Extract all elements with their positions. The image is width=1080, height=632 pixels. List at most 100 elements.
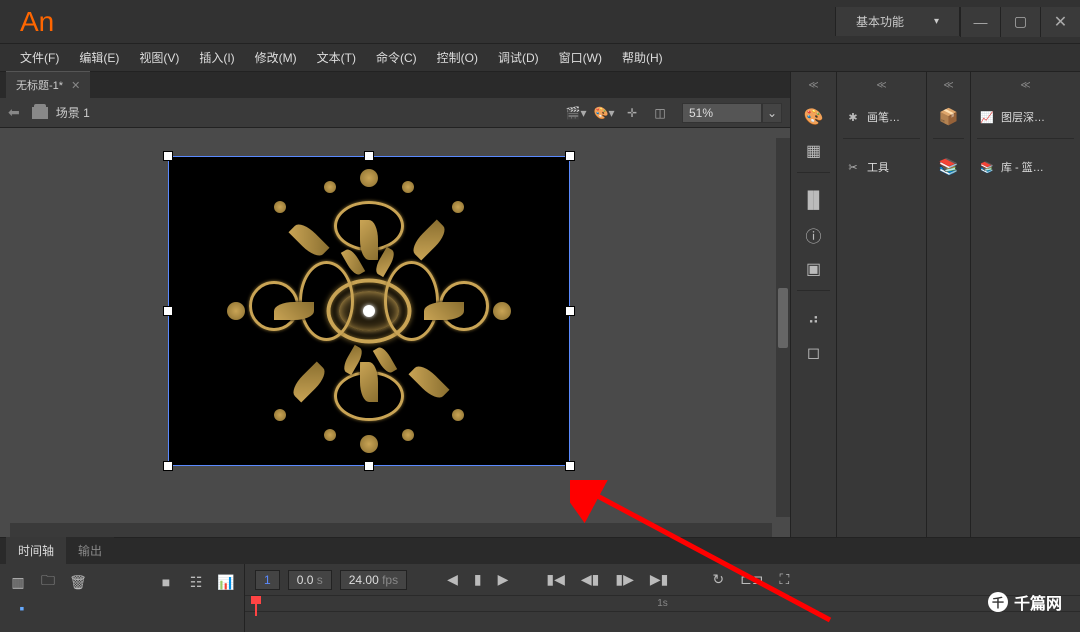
- first-frame-icon[interactable]: ▮◀: [542, 571, 568, 588]
- stop-icon[interactable]: ▮: [470, 571, 486, 588]
- panel-strip-3: ≪ 📦 📚: [926, 72, 970, 537]
- timeline-tabs: 时间轴 输出: [0, 538, 1080, 564]
- dots-icon[interactable]: ⠴: [791, 302, 836, 336]
- menu-debug[interactable]: 调试(D): [490, 45, 547, 70]
- layer-depth-panel-item[interactable]: 📈 图层深…: [971, 100, 1080, 134]
- zoom-select[interactable]: 51%: [682, 103, 762, 123]
- scrollbar-thumb[interactable]: [778, 288, 788, 348]
- scene-name[interactable]: 场景 1: [56, 104, 90, 121]
- document-tab[interactable]: 无标题-1* ✕: [6, 71, 90, 98]
- minimize-button[interactable]: —: [960, 7, 1000, 37]
- library-panel-item[interactable]: 📚 库 - 篮…: [971, 150, 1080, 184]
- symbol-icon[interactable]: 📦: [927, 100, 970, 134]
- time-value[interactable]: 0.0 s: [288, 570, 332, 590]
- document-tab-title: 无标题-1*: [16, 77, 63, 93]
- document-toolbar: ⬅ 场景 1 🎬▾ 🎨▾ ✛ ◫ 51% ⌄: [0, 98, 790, 128]
- library-label: 库 - 篮…: [1001, 159, 1044, 175]
- clapperboard-icon: [32, 107, 48, 119]
- frame-number[interactable]: 1: [255, 570, 280, 590]
- zoom-dropdown-button[interactable]: ⌄: [762, 103, 782, 123]
- step-back-icon[interactable]: ◀▮: [577, 571, 603, 588]
- menu-help[interactable]: 帮助(H): [614, 45, 671, 70]
- selection-handle-middle-left[interactable]: [163, 306, 173, 316]
- onion-skin-icon[interactable]: ⊏⊐: [736, 571, 767, 588]
- library-icon: 📚: [979, 161, 995, 174]
- swatches-icon[interactable]: ▦: [791, 134, 836, 168]
- books-icon[interactable]: 📚: [927, 150, 970, 184]
- window-controls: — ▢ ✕: [960, 7, 1080, 37]
- workspace-dropdown[interactable]: 基本功能 ▾: [835, 7, 960, 36]
- menu-command[interactable]: 命令(C): [368, 45, 425, 70]
- loop-icon[interactable]: ↻: [708, 571, 728, 588]
- crop-icon[interactable]: ◫: [648, 101, 672, 125]
- menu-edit[interactable]: 编辑(E): [71, 45, 127, 70]
- titlebar: An 基本功能 ▾ — ▢ ✕: [0, 0, 1080, 44]
- menu-window[interactable]: 窗口(W): [551, 45, 610, 70]
- stage[interactable]: [10, 138, 772, 527]
- menu-view[interactable]: 视图(V): [131, 45, 187, 70]
- trash-icon[interactable]: 🗑: [68, 574, 88, 591]
- menubar: 文件(F) 编辑(E) 视图(V) 插入(I) 修改(M) 文本(T) 命令(C…: [0, 44, 1080, 72]
- play-icon[interactable]: ▶: [494, 571, 513, 588]
- tools-icon: ✂: [845, 161, 861, 174]
- collapse-icon[interactable]: ≪: [971, 80, 1080, 94]
- folder-icon[interactable]: 🗀: [38, 570, 58, 594]
- menu-file[interactable]: 文件(F): [12, 45, 67, 70]
- brush-panel-item[interactable]: ✱ 画笔…: [837, 100, 926, 134]
- selection-handle-top-right[interactable]: [565, 151, 575, 161]
- horizontal-scrollbar[interactable]: [10, 523, 772, 537]
- maximize-button[interactable]: ▢: [1000, 7, 1040, 37]
- add-layer-icon[interactable]: ▥: [8, 574, 28, 591]
- menu-control[interactable]: 控制(O): [429, 45, 486, 70]
- selection-handle-bottom-right[interactable]: [565, 461, 575, 471]
- panel-column-4: ≪ 📈 图层深… 📚 库 - 篮…: [970, 72, 1080, 537]
- chevron-down-icon: ▾: [934, 16, 939, 27]
- graph-icon[interactable]: 📊: [216, 574, 236, 591]
- clapperboard-dropdown-icon[interactable]: 🎬▾: [564, 101, 588, 125]
- workspace-label: 基本功能: [856, 13, 904, 30]
- prev-frame-icon[interactable]: ◀: [443, 571, 462, 588]
- transform-icon[interactable]: ▣: [791, 252, 836, 286]
- back-arrow-icon[interactable]: ⬅: [8, 104, 20, 121]
- vertical-scrollbar[interactable]: [776, 138, 790, 517]
- close-icon[interactable]: ✕: [71, 79, 80, 92]
- color-palette-icon[interactable]: 🎨: [791, 100, 836, 134]
- close-button[interactable]: ✕: [1040, 7, 1080, 37]
- timeline-mark: 1s: [657, 598, 668, 609]
- output-tab[interactable]: 输出: [66, 537, 114, 564]
- timeline-ruler[interactable]: 1s: [245, 596, 1080, 612]
- selection-handle-top-middle[interactable]: [364, 151, 374, 161]
- stage-canvas[interactable]: [168, 156, 570, 466]
- center-stage-icon[interactable]: ✛: [620, 101, 644, 125]
- frame-icon[interactable]: ◻: [791, 336, 836, 370]
- collapse-icon[interactable]: ≪: [791, 80, 836, 94]
- timeline-right: 1 0.0 s 24.00 fps ◀ ▮ ▶ ▮◀ ◀▮ ▮▶ ▶▮ ↻ ⊏⊐: [245, 564, 1080, 632]
- panel-column-2: ≪ ✱ 画笔… ✂ 工具: [836, 72, 926, 537]
- selection-handle-middle-right[interactable]: [565, 306, 575, 316]
- collapse-icon[interactable]: ≪: [837, 80, 926, 94]
- zoom-value: 51%: [689, 106, 713, 120]
- panel-strip-1: ≪ 🎨 ▦ ▐▌ ⓘ ▣ ⠴ ◻: [790, 72, 836, 537]
- timeline-tab[interactable]: 时间轴: [6, 536, 66, 564]
- info-icon[interactable]: ⓘ: [791, 218, 836, 252]
- menu-text[interactable]: 文本(T): [309, 45, 364, 70]
- fps-value[interactable]: 24.00 fps: [340, 570, 407, 590]
- paint-bucket-icon[interactable]: 🎨▾: [592, 101, 616, 125]
- selection-handle-bottom-middle[interactable]: [364, 461, 374, 471]
- menu-insert[interactable]: 插入(I): [191, 45, 242, 70]
- markers-icon[interactable]: ⛶: [776, 571, 794, 588]
- last-frame-icon[interactable]: ▶▮: [646, 571, 672, 588]
- tools-panel-item[interactable]: ✂ 工具: [837, 150, 926, 184]
- layer-color-icon[interactable]: ▪: [12, 600, 32, 616]
- selection-handle-bottom-left[interactable]: [163, 461, 173, 471]
- timeline-panel: 时间轴 输出 ▥ 🗀 🗑 ■ ☷ 📊 ▪ 1 0.0 s: [0, 537, 1080, 632]
- align-icon[interactable]: ▐▌: [791, 184, 836, 218]
- ornament-image[interactable]: [219, 161, 519, 461]
- menu-modify[interactable]: 修改(M): [247, 45, 305, 70]
- camera-icon[interactable]: ■: [156, 574, 176, 590]
- step-forward-icon[interactable]: ▮▶: [611, 571, 637, 588]
- selection-handle-top-left[interactable]: [163, 151, 173, 161]
- playhead[interactable]: [255, 596, 257, 616]
- collapse-icon[interactable]: ≪: [927, 80, 970, 94]
- layers-icon[interactable]: ☷: [186, 574, 206, 591]
